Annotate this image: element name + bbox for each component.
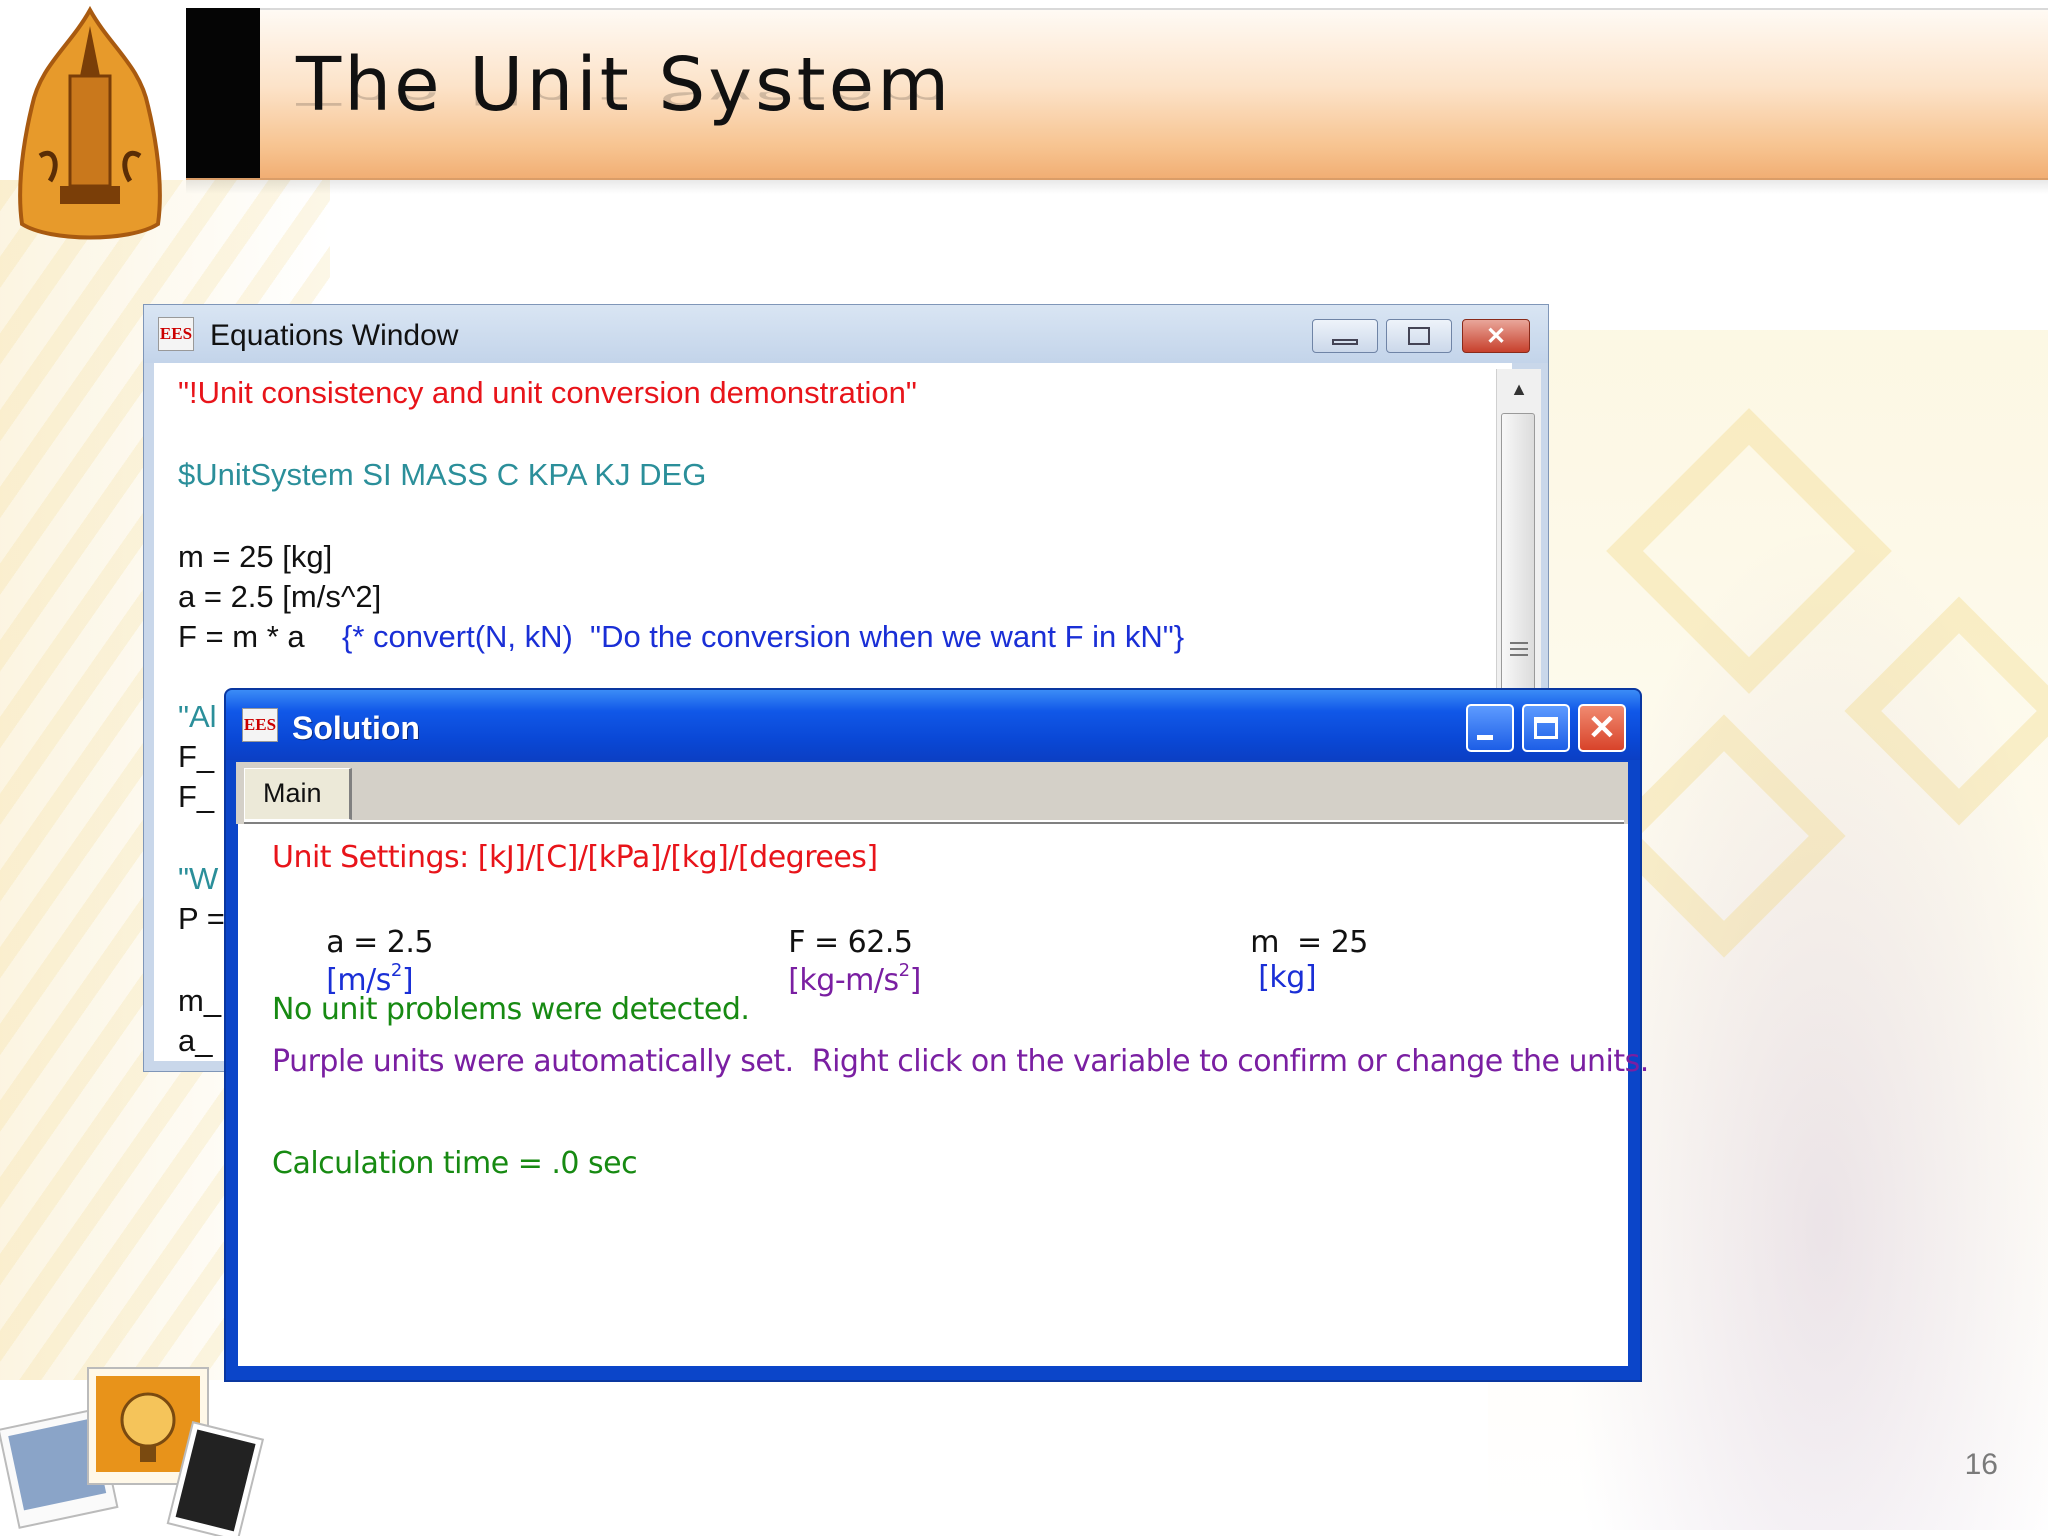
equation-line-partial: m_: [178, 983, 222, 1018]
equations-window-title: Equations Window: [210, 319, 459, 352]
header-accent-bar: [186, 8, 260, 178]
unit-exponent: 2: [898, 960, 910, 981]
close-icon: ✕: [1587, 709, 1617, 747]
variable-a-value: a = 2.5: [326, 925, 434, 960]
purple-units-note: Purple units were automatically set. Rig…: [272, 1044, 1649, 1079]
restore-button[interactable]: [1386, 319, 1452, 353]
unit-close: ]: [909, 963, 922, 998]
close-icon: ✕: [1485, 322, 1507, 350]
page-number: 16: [1964, 1448, 1998, 1481]
maximize-button[interactable]: [1522, 704, 1570, 752]
slide-title: The Unit System: [296, 42, 953, 128]
equation-line-partial: a_: [178, 1023, 213, 1058]
unit-exponent: 2: [390, 960, 402, 981]
unit-settings-text: Unit Settings: [kJ]/[C]/[kPa]/[kg]/[degr…: [272, 840, 878, 875]
unit-text: [kg-m/s: [788, 963, 899, 998]
tab-main[interactable]: Main: [244, 768, 352, 820]
maximize-icon: [1534, 717, 1558, 739]
solution-tab-bar: Main: [236, 762, 1628, 824]
variable-m-value: m = 25: [1250, 925, 1368, 960]
minimize-icon: [1477, 734, 1493, 740]
decorative-photos-icon: [0, 1367, 265, 1536]
equations-window-titlebar[interactable]: EES Equations Window ✕: [144, 305, 1548, 363]
equation-line-force: F = m * a: [178, 619, 305, 654]
restore-icon: [1408, 327, 1430, 345]
equation-line-partial: "Al: [178, 699, 217, 734]
equation-line-partial: F_: [178, 739, 215, 774]
variable-f[interactable]: F = 62.5 [kg-m/s2]: [734, 890, 921, 1033]
variable-m-unit[interactable]: [kg]: [1258, 960, 1316, 995]
minimize-button[interactable]: [1312, 319, 1378, 353]
equation-line-acceleration: a = 2.5 [m/s^2]: [178, 579, 382, 614]
calculation-time-text: Calculation time = .0 sec: [272, 1146, 638, 1181]
ees-app-icon: EES: [158, 317, 194, 351]
solution-window-titlebar[interactable]: EES Solution ✕: [226, 690, 1640, 760]
equation-line-mass: m = 25 [kg]: [178, 539, 333, 574]
header-shadow: [186, 178, 2048, 194]
solution-window[interactable]: EES Solution ✕ Main Unit Settings: [kJ]/…: [224, 688, 1649, 1382]
university-logo: [18, 6, 162, 240]
equation-line-partial: "W: [178, 861, 219, 896]
minimize-icon: [1332, 339, 1358, 345]
solution-window-title: Solution: [292, 710, 420, 746]
variable-m[interactable]: m = 25 [kg]: [1196, 890, 1368, 1030]
variable-f-unit[interactable]: [kg-m/s2]: [788, 960, 922, 998]
equation-line-force-comment: {* convert(N, kN) "Do the conversion whe…: [342, 619, 1185, 654]
equation-line-unitsystem: $UnitSystem SI MASS C KPA KJ DEG: [178, 457, 707, 492]
equation-line-comment-title: "!Unit consistency and unit conversion d…: [178, 375, 917, 410]
scroll-up-arrow-icon[interactable]: ▲: [1497, 369, 1541, 409]
close-button[interactable]: ✕: [1578, 704, 1626, 752]
ees-app-icon: EES: [242, 708, 278, 742]
minimize-button[interactable]: [1466, 704, 1514, 752]
no-problems-text: No unit problems were detected.: [272, 992, 750, 1027]
variable-f-value: F = 62.5: [788, 925, 913, 960]
slide-title-reflection: The Unit System: [296, 92, 953, 112]
solution-content: Unit Settings: [kJ]/[C]/[kPa]/[kg]/[degr…: [238, 824, 1649, 1366]
equation-line-partial: F_: [178, 779, 215, 814]
equation-line-partial: P =: [178, 901, 225, 936]
close-button[interactable]: ✕: [1462, 319, 1530, 353]
